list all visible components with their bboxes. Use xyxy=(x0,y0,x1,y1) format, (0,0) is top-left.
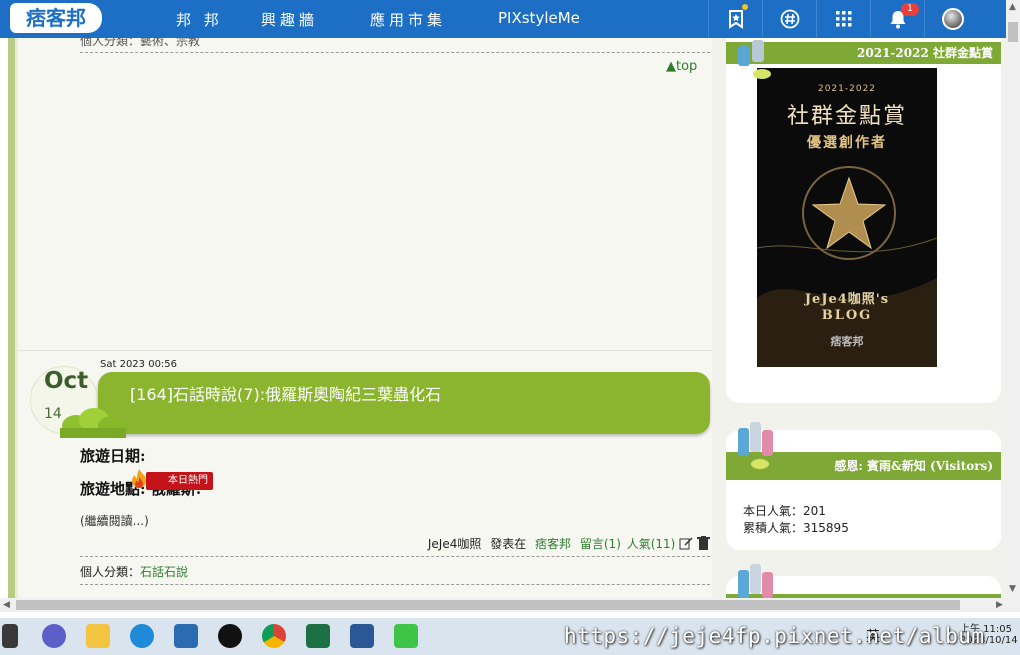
read-more-link[interactable]: (繼續閱讀...) xyxy=(80,512,149,529)
article-list: 個人分類：藝術、宗教 ▲top Sat 2023 00:56 Oct 14 [1… xyxy=(18,38,712,598)
post-datetime: Sat 2023 00:56 xyxy=(100,359,178,370)
platform-link[interactable]: 痞客邦 xyxy=(535,537,571,551)
post-category: 個人分類：石話石說 xyxy=(80,563,188,580)
hashtag-button[interactable] xyxy=(762,0,816,38)
grass-decoration-icon xyxy=(60,408,126,438)
teams-icon[interactable] xyxy=(42,624,66,648)
post-title-link[interactable]: [164]石話時說(7):俄羅斯奧陶紀三葉蟲化石 xyxy=(130,381,441,405)
scroll-right-arrow-icon[interactable]: ▶ xyxy=(996,600,1003,610)
url-watermark: https://jeje4fp.pixnet.net/album xyxy=(564,624,985,648)
today-label: 本日人氣： xyxy=(743,504,804,518)
scroll-up-arrow-icon[interactable]: ▲ xyxy=(1009,2,1016,12)
nav-interest-wall[interactable]: 興趣牆 xyxy=(261,9,318,30)
category-label: 個人分類： xyxy=(80,565,141,579)
divider xyxy=(80,556,710,557)
category-link[interactable]: 石話石說 xyxy=(140,565,188,579)
views-count: 人氣(11) xyxy=(626,537,676,551)
travel-date-line: 旅遊日期: xyxy=(80,447,146,465)
previous-post-category[interactable]: 個人分類：藝術、宗教 xyxy=(80,38,200,49)
top-navigation-bar: 痞客邦 邦 邦 興趣牆 應用市集 PIXstyleMe 1 xyxy=(0,0,1006,38)
award-subtitle: 優選創作者 xyxy=(807,135,887,151)
total-count: 315895 xyxy=(803,521,849,535)
hashtag-icon xyxy=(780,9,799,29)
post-separator xyxy=(18,350,712,351)
task-view-icon[interactable] xyxy=(2,624,18,648)
bookmark-button[interactable] xyxy=(708,0,762,38)
store-icon[interactable] xyxy=(174,624,198,648)
excel-icon[interactable] xyxy=(306,624,330,648)
back-to-top-link[interactable]: ▲top xyxy=(666,59,697,74)
total-label: 累積人氣： xyxy=(743,521,804,535)
grid-icon xyxy=(835,11,851,27)
nav-bangbang[interactable]: 邦 邦 xyxy=(176,9,223,30)
avatar xyxy=(941,8,964,30)
vertical-scrollbar[interactable]: ▲ ▼ xyxy=(1006,0,1020,598)
pixnet-logo[interactable]: 痞客邦 xyxy=(10,3,102,33)
award-year: 2021-2022 xyxy=(817,84,877,94)
posted-at-label: 發表在 xyxy=(490,537,527,551)
horizontal-scrollbar[interactable]: ◀ ▶ xyxy=(0,598,1020,612)
notifications-button[interactable]: 1 xyxy=(870,0,924,38)
edit-icon[interactable] xyxy=(679,536,693,550)
line-icon[interactable] xyxy=(394,624,418,648)
right-sidebar: 2021-2022 社群金點賞 2021-2022 社群金點賞 優選創作者 Je… xyxy=(712,38,1006,598)
divider xyxy=(80,52,710,53)
user-menu-button[interactable] xyxy=(924,0,980,38)
scroll-down-arrow-icon[interactable]: ▼ xyxy=(1009,584,1016,594)
post-meta: JeJe4咖照 發表在 痞客邦 留言(1) 人氣(11) xyxy=(428,535,710,552)
author-name: JeJe4咖照 xyxy=(427,537,482,551)
notification-count-badge: 1 xyxy=(901,3,919,16)
nav-app-market[interactable]: 應用市集 xyxy=(370,9,446,30)
new-dot xyxy=(742,4,748,10)
today-count: 201 xyxy=(803,504,826,518)
chrome-icon[interactable] xyxy=(262,624,286,648)
edge-icon[interactable] xyxy=(130,624,154,648)
file-explorer-icon[interactable] xyxy=(86,624,110,648)
potion-bottles-icon xyxy=(738,422,773,469)
award-brand: 痞客邦 xyxy=(830,335,864,348)
apps-grid-button[interactable] xyxy=(816,0,870,38)
award-banner-image[interactable]: 2021-2022 社群金點賞 優選創作者 JeJe4咖照's BLOG 痞客邦 xyxy=(757,68,937,367)
trash-icon[interactable] xyxy=(697,536,710,550)
tiktok-icon[interactable] xyxy=(218,624,242,648)
potion-bottles-icon xyxy=(738,40,771,79)
word-icon[interactable] xyxy=(350,624,374,648)
today-visitors: 本日人氣：201 xyxy=(743,502,826,519)
hot-today-badge: 本日熱門 xyxy=(146,472,213,490)
potion-bottles-icon xyxy=(738,564,773,598)
award-card: 2021-2022 社群金點賞 2021-2022 社群金點賞 優選創作者 Je… xyxy=(726,38,1001,403)
total-visitors: 累積人氣：315895 xyxy=(743,519,849,536)
vertical-scroll-thumb[interactable] xyxy=(1008,22,1018,42)
divider xyxy=(80,584,710,585)
award-title: 社群金點賞 xyxy=(786,104,907,129)
award-blog-name: JeJe4咖照's xyxy=(804,292,890,307)
horizontal-scroll-thumb[interactable] xyxy=(16,600,960,610)
left-border-decoration xyxy=(8,38,15,598)
comments-link[interactable]: 留言(1) xyxy=(580,537,621,551)
scroll-left-arrow-icon[interactable]: ◀ xyxy=(3,600,10,610)
award-blog-word: BLOG xyxy=(821,308,873,323)
date-month: Oct xyxy=(44,368,89,394)
nav-pixstyleme[interactable]: PIXstyleMe xyxy=(498,9,580,27)
bookmark-icon xyxy=(728,10,743,29)
